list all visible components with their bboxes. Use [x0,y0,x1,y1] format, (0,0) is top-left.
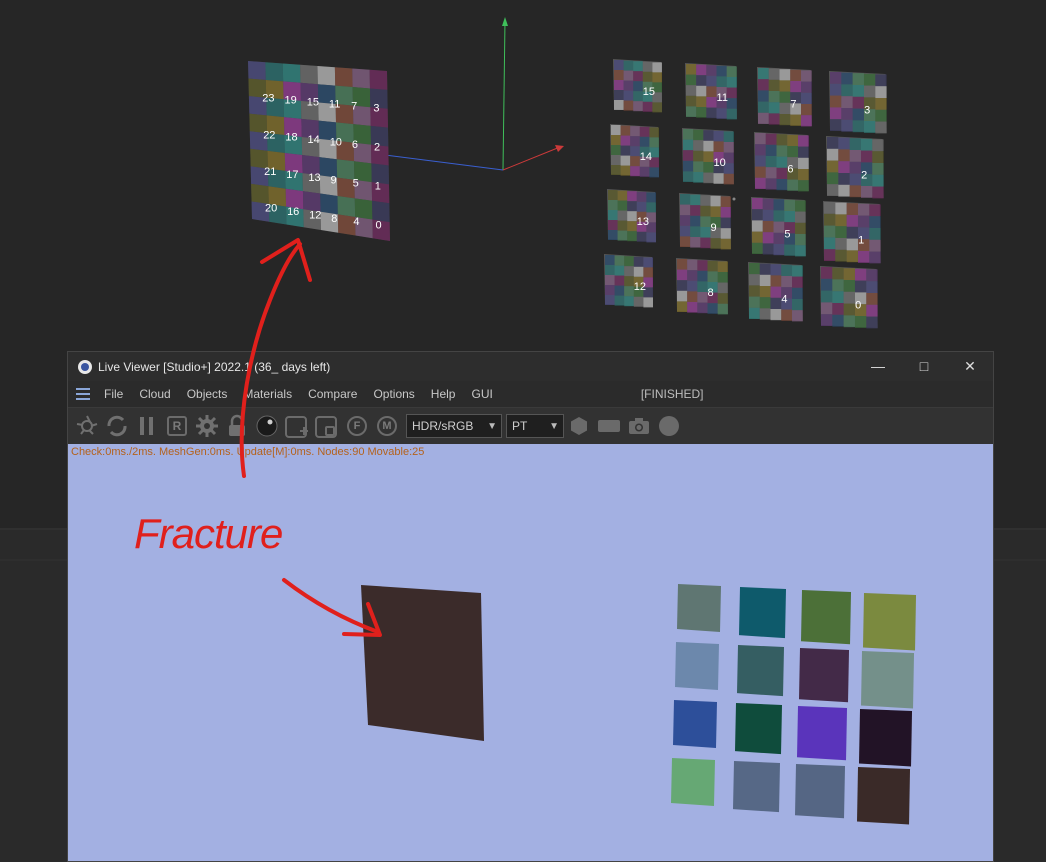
annotation-text: Fracture [134,510,282,557]
annotation-arrow-up-head [260,238,312,282]
annotation-layer: Fracture [134,238,382,637]
annotation-arrow-down [282,578,380,634]
annotation-arrow-up [239,242,302,478]
